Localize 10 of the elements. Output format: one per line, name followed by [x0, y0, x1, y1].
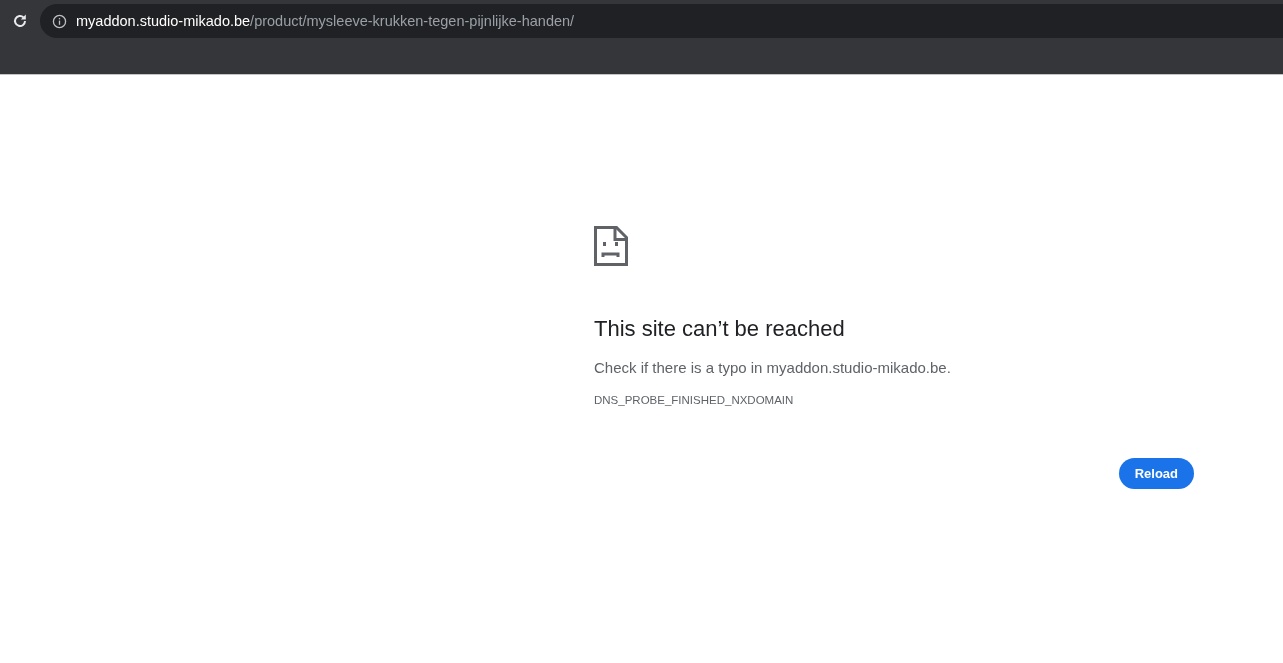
error-code: DNS_PROBE_FINISHED_NXDOMAIN — [594, 393, 795, 408]
reload-button[interactable]: Reload — [1118, 458, 1194, 489]
sad-page-icon — [594, 226, 628, 266]
info-icon[interactable] — [52, 13, 67, 29]
address-bar[interactable]: myaddon.studio-mikado.be/product/mysleeve-krukken-tegen-pijnlijke-handen/ — [40, 4, 1283, 38]
reload-icon[interactable] — [12, 13, 28, 29]
url-host: myaddon.studio-mikado.be — [76, 13, 251, 29]
error-message: Check if there is a typo in myaddon.studio-mikado.be. — [594, 358, 952, 378]
url-path: /product/mysleeve-krukken-tegen-pijnlijke-handen/ — [250, 13, 575, 29]
error-title: This site can’t be reached — [594, 315, 846, 343]
